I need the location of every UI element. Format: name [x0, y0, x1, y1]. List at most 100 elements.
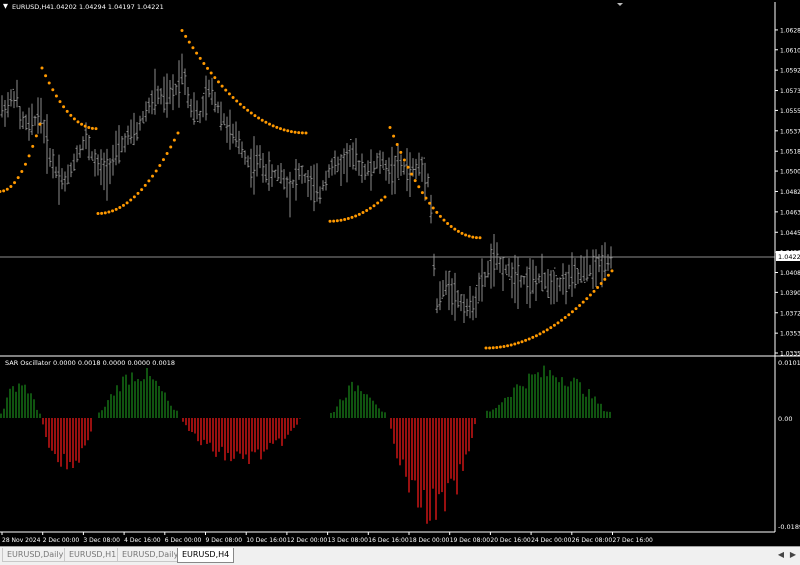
sar-dot	[495, 345, 499, 349]
sar-dot	[399, 150, 403, 154]
osc-axis-max: 0.0101	[778, 359, 800, 367]
price-tick-label: 1.06105	[780, 47, 800, 54]
sar-dot	[103, 211, 107, 215]
collapse-icon[interactable]: ▼	[3, 2, 8, 10]
time-tick-label: 20 Dec 16:00	[490, 537, 531, 544]
sar-dot	[509, 343, 513, 347]
sar-dot	[453, 227, 457, 231]
sar-dot	[151, 174, 155, 178]
sar-dot	[474, 236, 478, 240]
sar-dot	[195, 51, 199, 55]
sar-dot	[118, 206, 122, 210]
time-tick-label: 19 Dec 08:00	[450, 537, 491, 544]
current-price-label: 1.04221	[778, 253, 800, 261]
sar-dot	[125, 201, 129, 205]
chart-background	[0, 0, 800, 564]
sar-dot	[560, 318, 564, 322]
sar-dot	[51, 88, 55, 92]
sar-dot	[449, 224, 453, 228]
sar-dot	[235, 99, 239, 103]
sar-dot	[147, 179, 151, 183]
chart-title: EURUSD,H4	[12, 3, 50, 11]
sar-dot	[31, 144, 35, 148]
sar-dot	[357, 212, 361, 216]
sar-dot	[20, 169, 24, 173]
sar-dot	[570, 310, 574, 314]
sar-dot	[446, 221, 450, 225]
sar-dot	[467, 234, 471, 238]
sar-dot	[538, 332, 542, 336]
sar-dot	[289, 130, 293, 134]
sar-dot	[413, 179, 417, 183]
sar-dot	[213, 76, 217, 80]
sar-dot	[534, 334, 538, 338]
sar-dot	[257, 116, 261, 120]
sar-dot	[47, 81, 51, 85]
sar-dot	[114, 207, 118, 211]
sar-dot	[431, 206, 435, 210]
price-tick-label: 1.05185	[780, 149, 800, 156]
sar-dot	[556, 321, 560, 325]
sar-dot	[191, 46, 195, 50]
tab-eurusd-h4[interactable]: EURUSD,H4	[177, 548, 235, 563]
sar-dot	[361, 211, 365, 215]
tab-label: EURUSD,Daily	[122, 550, 179, 559]
sar-dot	[368, 206, 372, 210]
sar-dot	[180, 28, 184, 32]
sar-dot	[172, 138, 176, 142]
tab-eurusd-daily-2[interactable]: EURUSD,Daily	[117, 548, 184, 562]
sar-dot	[161, 158, 165, 162]
sar-dot	[581, 300, 585, 304]
tab-label: EURUSD,H4	[182, 550, 230, 559]
sar-dot	[16, 176, 20, 180]
sar-dot	[253, 114, 257, 118]
time-tick-label: 26 Dec 08:00	[572, 537, 613, 544]
sar-dot	[491, 346, 495, 350]
sar-dot	[524, 338, 528, 342]
time-tick-label: 6 Dec 00:00	[165, 537, 202, 544]
sar-dot	[111, 209, 115, 213]
sar-dot	[83, 124, 87, 128]
price-tick-label: 1.06285	[780, 27, 800, 34]
sar-dot	[350, 215, 354, 219]
price-tick-label: 1.03720	[780, 310, 800, 317]
sar-dot	[264, 120, 268, 124]
sar-dot	[27, 154, 31, 158]
tab-eurusd-h1[interactable]: EURUSD,H1	[64, 548, 122, 562]
osc-axis-zero: 0.00	[778, 415, 792, 423]
sar-dot	[365, 208, 369, 212]
sar-dot	[410, 172, 414, 176]
sar-dot	[13, 181, 17, 185]
sar-dot	[140, 188, 144, 192]
price-tick-label: 1.05005	[780, 169, 800, 176]
osc-axis-min: -0.0189	[778, 523, 800, 531]
sar-dot	[275, 125, 279, 129]
sar-dot	[297, 131, 301, 135]
sar-dot	[87, 126, 91, 130]
sar-dot	[379, 198, 383, 202]
sar-dot	[184, 34, 188, 38]
chart-canvas[interactable]: 1.06285 1.06105 1.05920 1.05735 1.05555 1.053…	[0, 0, 800, 564]
sar-dot	[346, 217, 350, 221]
sar-dot	[176, 131, 180, 135]
sar-dot	[513, 342, 517, 346]
sar-dot	[574, 307, 578, 311]
scroll-left-icon[interactable]: ◀	[776, 550, 786, 560]
sar-dot	[304, 131, 308, 135]
tab-eurusd-daily[interactable]: EURUSD,Daily	[2, 548, 69, 562]
sar-dot	[282, 128, 286, 132]
sar-dot	[249, 111, 253, 115]
sar-dot	[72, 117, 76, 121]
scroll-right-icon[interactable]: ▶	[788, 550, 798, 560]
sar-dot	[132, 195, 136, 199]
time-tick-label: 16 Dec 16:00	[368, 537, 409, 544]
sar-dot	[271, 124, 275, 128]
sar-dot	[542, 330, 546, 334]
chart-tab-bar: EURUSD,Daily EURUSD,H1 EURUSD,Daily EURU…	[0, 546, 800, 565]
sar-dot	[5, 187, 9, 191]
sar-dot	[242, 105, 246, 109]
sar-dot	[90, 126, 94, 130]
sar-dot	[527, 337, 531, 341]
sar-dot	[549, 326, 553, 330]
sar-dot	[372, 204, 376, 208]
